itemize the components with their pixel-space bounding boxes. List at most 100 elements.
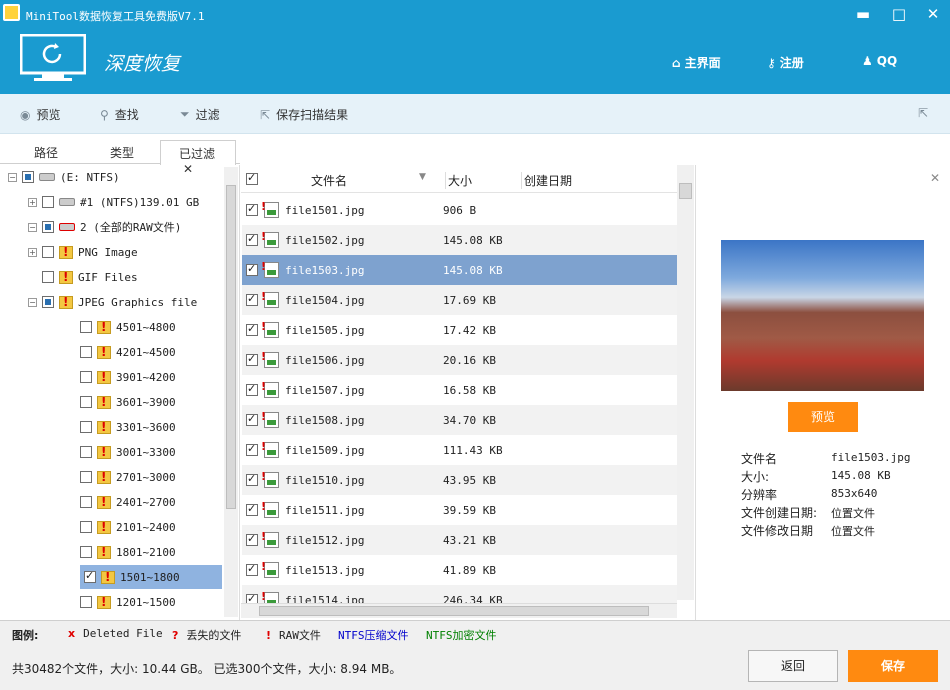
tree-checkbox[interactable]: [80, 371, 92, 383]
file-row[interactable]: ! file1502.jpg 145.08 KB: [242, 225, 677, 255]
tree-checkbox[interactable]: [42, 246, 54, 258]
tree-item[interactable]: + #1 (NTFS)139.01 GB: [28, 190, 199, 214]
tree-item[interactable]: ! 4501~4800: [48, 315, 176, 339]
file-name: file1506.jpg: [285, 353, 365, 367]
expand-icon[interactable]: +: [28, 197, 37, 207]
save-scan-button[interactable]: ⇱ 保存扫描结果: [260, 106, 348, 123]
file-list-hscrollbar[interactable]: [241, 603, 677, 618]
nav-qq[interactable]: ♟ QQ: [862, 54, 897, 68]
file-row[interactable]: ! file1507.jpg 16.58 KB: [242, 375, 677, 405]
file-checkbox[interactable]: [246, 412, 258, 426]
file-checkbox[interactable]: [246, 292, 258, 306]
tree-checkbox[interactable]: [80, 596, 92, 608]
file-checkbox[interactable]: [246, 442, 258, 456]
tree-item[interactable]: ! 3001~3300: [48, 440, 176, 464]
tree-item[interactable]: − (E: NTFS): [8, 165, 120, 189]
tab-type[interactable]: 类型: [110, 144, 134, 161]
share-icon[interactable]: ⇱: [918, 106, 928, 120]
expand-icon[interactable]: +: [28, 247, 37, 257]
file-checkbox[interactable]: [246, 532, 258, 546]
tree-item[interactable]: ! 1801~2100: [48, 540, 176, 564]
file-row[interactable]: ! file1508.jpg 34.70 KB: [242, 405, 677, 435]
file-row[interactable]: ! file1509.jpg 111.43 KB: [242, 435, 677, 465]
collapse-icon[interactable]: −: [28, 222, 37, 232]
collapse-icon[interactable]: −: [8, 172, 17, 182]
close-preview-icon[interactable]: ✕: [930, 171, 940, 185]
file-checkbox[interactable]: [246, 562, 258, 576]
file-name: file1513.jpg: [285, 563, 365, 577]
header-size[interactable]: 大小: [445, 172, 472, 189]
tree-checkbox[interactable]: [42, 221, 54, 233]
tree-checkbox[interactable]: [80, 421, 92, 433]
tree-item[interactable]: +! PNG Image: [28, 240, 138, 264]
tab-filtered[interactable]: 已过滤 ✕: [160, 140, 236, 176]
file-checkbox[interactable]: [246, 502, 258, 516]
tree-checkbox[interactable]: [42, 196, 54, 208]
file-row[interactable]: ! file1512.jpg 43.21 KB: [242, 525, 677, 555]
tree-item[interactable]: ! 2401~2700: [48, 490, 176, 514]
tree-item[interactable]: ! 3601~3900: [48, 390, 176, 414]
header-created[interactable]: 创建日期: [521, 172, 572, 189]
file-list-scrollbar[interactable]: [677, 165, 694, 600]
tree-checkbox[interactable]: [80, 321, 92, 333]
preview-tool-button[interactable]: ◉ 预览: [20, 106, 61, 123]
tree-checkbox[interactable]: [80, 446, 92, 458]
tree-item[interactable]: ! GIF Files: [28, 265, 138, 289]
header-name[interactable]: 文件名: [311, 172, 347, 189]
back-button[interactable]: 返回: [748, 650, 838, 682]
tree-scroll-thumb[interactable]: [226, 185, 236, 509]
minimize-button[interactable]: ▬: [850, 4, 876, 24]
maximize-button[interactable]: □: [886, 4, 912, 24]
nav-register[interactable]: ⚷ 注册: [767, 54, 804, 71]
filter-tool-button[interactable]: ⏷ 过滤: [180, 106, 220, 123]
file-checkbox[interactable]: [246, 472, 258, 486]
nav-home[interactable]: ⌂ 主界面: [672, 54, 721, 71]
tree-item[interactable]: ! 1201~1500: [48, 590, 176, 614]
save-button[interactable]: 保存: [848, 650, 938, 682]
tree-item[interactable]: ! 2101~2400: [48, 515, 176, 539]
file-checkbox[interactable]: [246, 382, 258, 396]
tree-checkbox[interactable]: [80, 471, 92, 483]
close-button[interactable]: ✕: [920, 4, 946, 24]
tree-checkbox[interactable]: [80, 496, 92, 508]
file-row[interactable]: ! file1504.jpg 17.69 KB: [242, 285, 677, 315]
tree-scrollbar[interactable]: [224, 167, 238, 617]
select-all-checkbox[interactable]: [246, 171, 258, 185]
tree-item[interactable]: ! 3301~3600: [48, 415, 176, 439]
tree-checkbox[interactable]: [22, 171, 34, 183]
hscroll-thumb[interactable]: [259, 606, 649, 616]
file-checkbox[interactable]: [246, 352, 258, 366]
collapse-icon[interactable]: −: [28, 297, 37, 307]
preview-button[interactable]: 预览: [788, 402, 858, 432]
file-row[interactable]: ! file1511.jpg 39.59 KB: [242, 495, 677, 525]
file-row[interactable]: ! file1510.jpg 43.95 KB: [242, 465, 677, 495]
file-row[interactable]: ! file1503.jpg 145.08 KB: [242, 255, 677, 285]
tree-item[interactable]: − 2 (全部的RAW文件): [28, 215, 181, 239]
tree-item[interactable]: ! 1501~1800: [80, 565, 222, 589]
tree-item[interactable]: −! JPEG Graphics file: [28, 290, 197, 314]
search-icon: ⚲: [100, 107, 109, 122]
file-row[interactable]: ! file1505.jpg 17.42 KB: [242, 315, 677, 345]
file-checkbox[interactable]: [246, 232, 258, 246]
tree-item[interactable]: ! 3901~4200: [48, 365, 176, 389]
file-checkbox[interactable]: [246, 322, 258, 336]
file-row[interactable]: ! file1501.jpg 906 B: [242, 195, 677, 225]
tree-checkbox[interactable]: [80, 546, 92, 558]
find-tool-button[interactable]: ⚲ 查找: [100, 106, 139, 123]
tab-path[interactable]: 路径: [34, 144, 58, 161]
file-checkbox[interactable]: [246, 202, 258, 216]
tree-checkbox[interactable]: [42, 271, 54, 283]
tree-checkbox[interactable]: [84, 569, 96, 583]
legend-item: ? 丢失的文件: [172, 627, 241, 643]
tree-checkbox[interactable]: [80, 521, 92, 533]
tree-checkbox[interactable]: [42, 296, 54, 308]
tree-checkbox[interactable]: [80, 396, 92, 408]
tree-checkbox[interactable]: [80, 346, 92, 358]
file-size: 17.42 KB: [443, 323, 496, 337]
file-scroll-thumb[interactable]: [679, 183, 692, 199]
file-row[interactable]: ! file1506.jpg 20.16 KB: [242, 345, 677, 375]
tree-item[interactable]: ! 4201~4500: [48, 340, 176, 364]
tree-item[interactable]: ! 2701~3000: [48, 465, 176, 489]
file-row[interactable]: ! file1513.jpg 41.89 KB: [242, 555, 677, 585]
file-checkbox[interactable]: [246, 262, 258, 276]
